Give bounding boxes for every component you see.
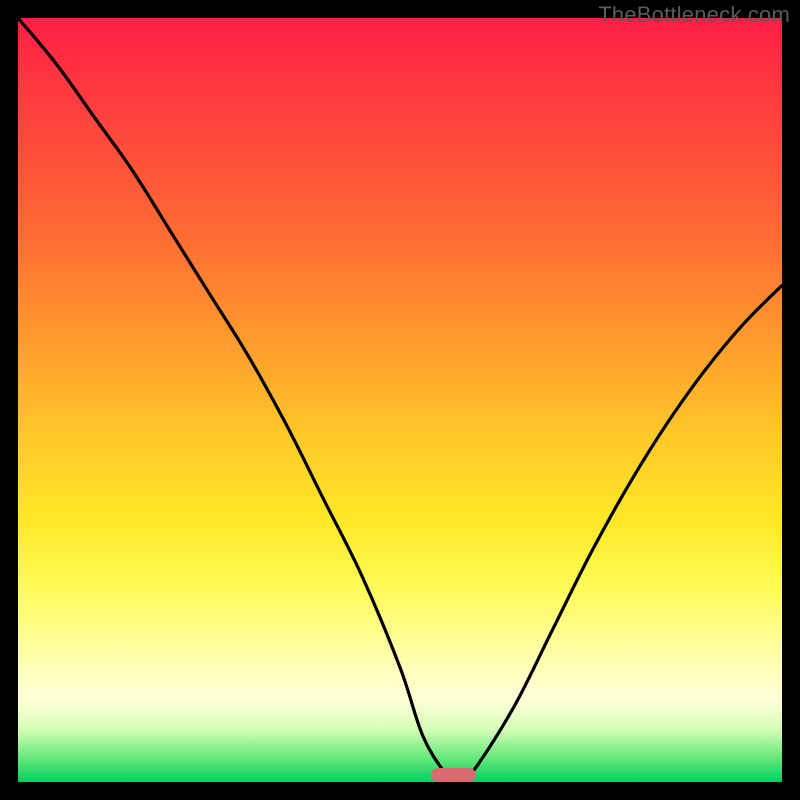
- attribution-label: TheBottleneck.com: [598, 2, 790, 28]
- optimum-marker: [431, 768, 477, 782]
- chart-frame: TheBottleneck.com: [0, 0, 800, 800]
- plot-area: [18, 18, 782, 782]
- bottleneck-curve: [18, 18, 782, 782]
